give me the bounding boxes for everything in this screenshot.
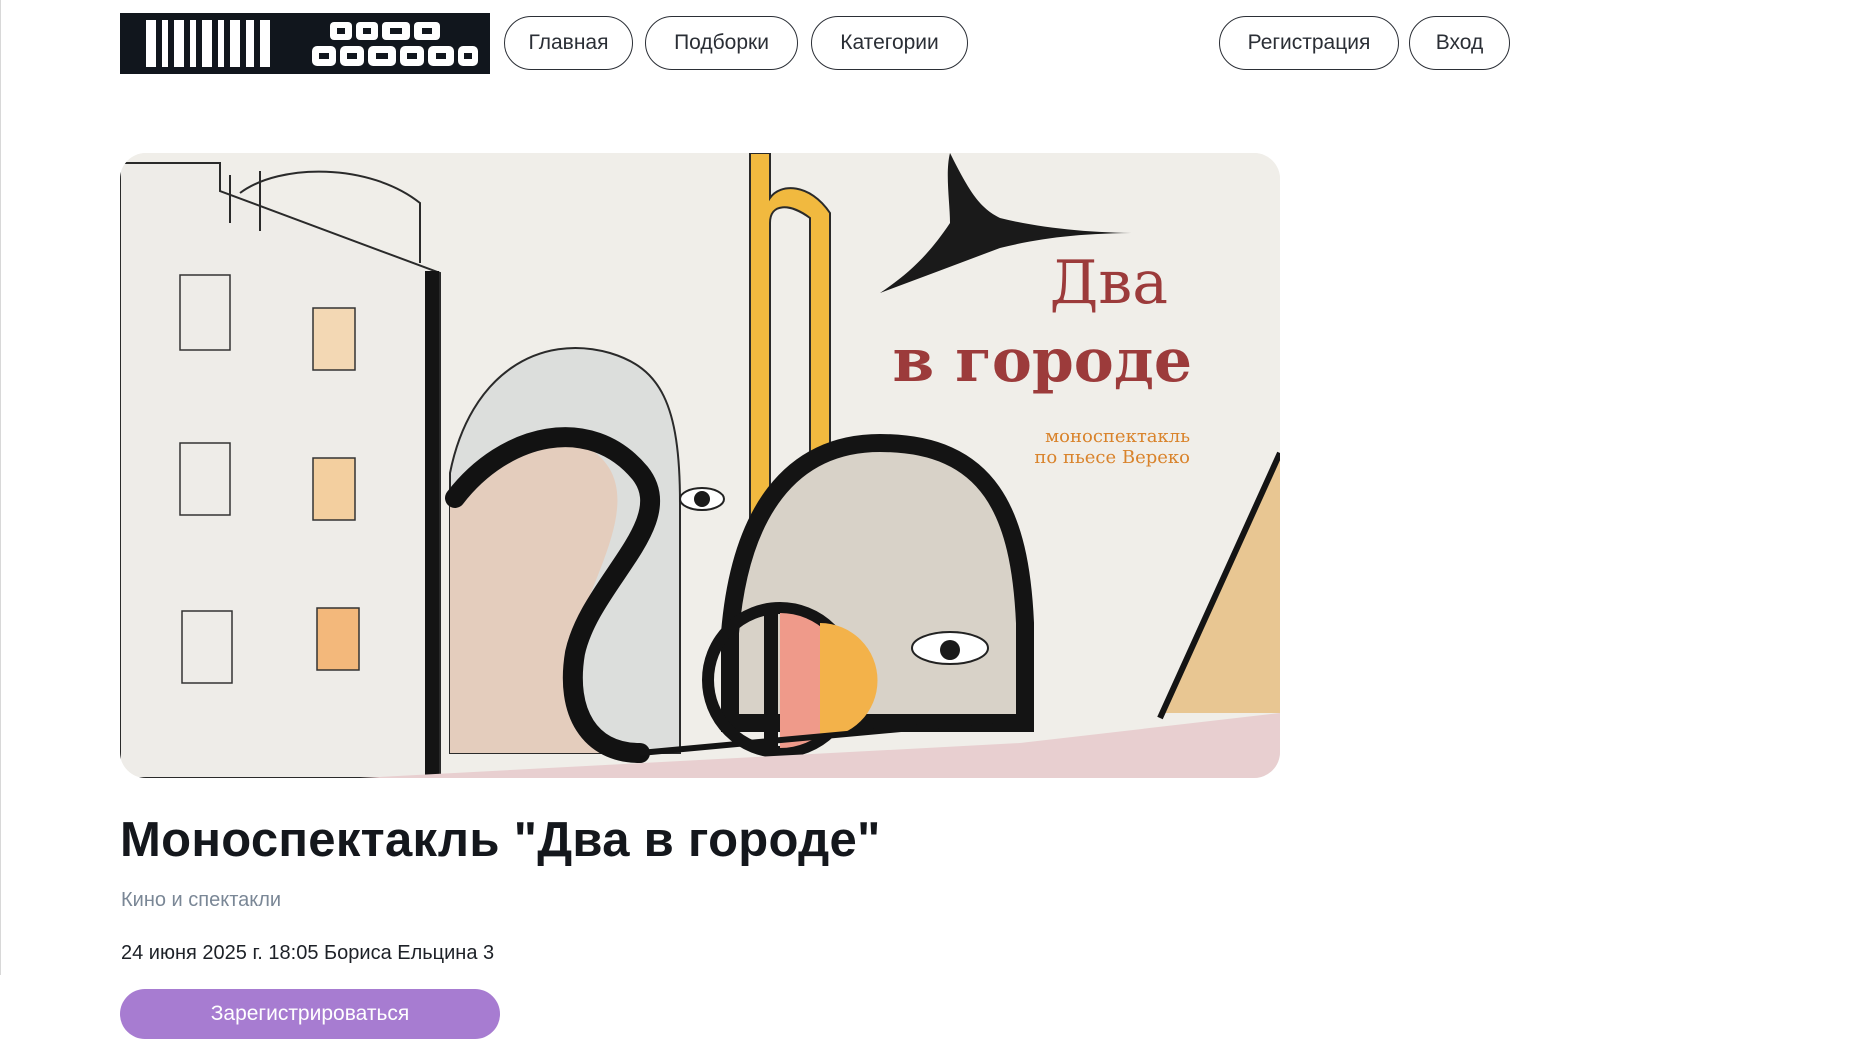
event-title: Моноспектакль "Два в городе" [120,813,881,867]
site-logo[interactable] [120,13,490,74]
svg-text:по пьесе Вереко: по пьесе Вереко [1034,447,1190,468]
event-category[interactable]: Кино и спектакли [121,889,281,912]
event-poster-image: Два в городе моноспектакль по пьесе Вере… [120,153,1280,778]
nav-home-button[interactable]: Главная [504,16,633,70]
barcode-mark [146,20,276,67]
nav-collections-button[interactable]: Подборки [645,16,798,70]
page-left-border [0,0,1,975]
register-link-button[interactable]: Регистрация [1219,16,1399,70]
login-button[interactable]: Вход [1409,16,1510,70]
poster-illustration: Два в городе моноспектакль по пьесе Вере… [120,153,1280,778]
svg-text:моноспектакль: моноспектакль [1045,426,1190,447]
event-date-location: 24 июня 2025 г. 18:05 Бориса Ельцина 3 [121,942,495,964]
nav-categories-button[interactable]: Категории [811,16,968,70]
svg-text:Два: Два [1050,248,1168,318]
event-register-button[interactable]: Зарегистрироваться [120,989,500,1039]
logo-wordmark [312,22,478,66]
svg-text:в городе: в городе [892,326,1192,396]
